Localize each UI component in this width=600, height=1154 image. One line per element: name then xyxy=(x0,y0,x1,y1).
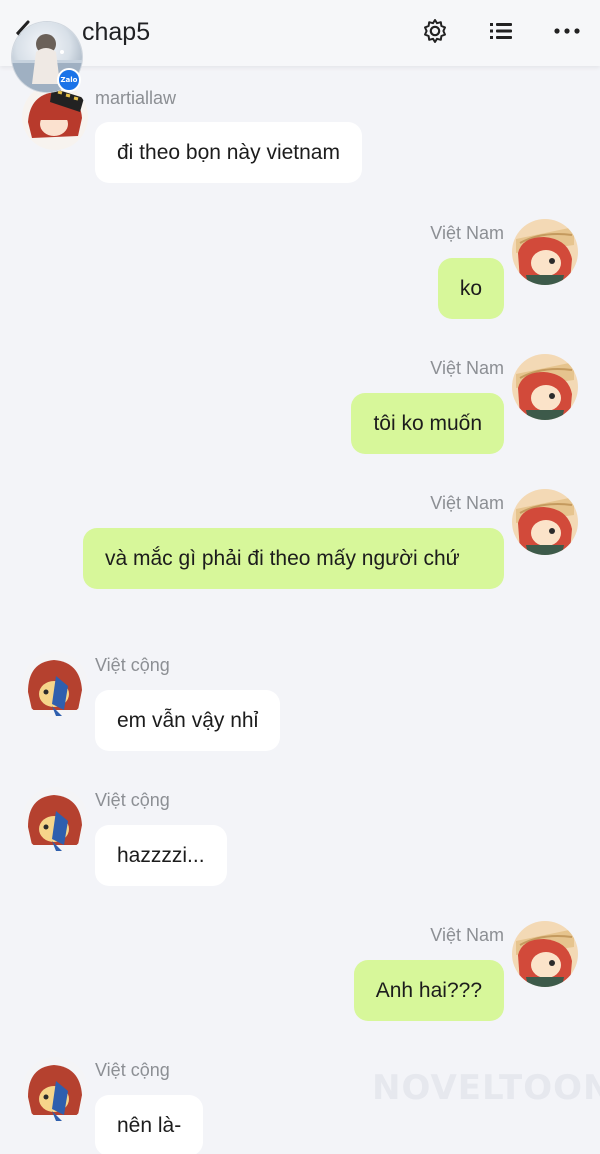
sender-name: Việt Nam xyxy=(430,493,504,513)
message-bubble-incoming[interactable]: hazzzzi... xyxy=(95,825,227,886)
sender-name: Việt Nam xyxy=(430,925,504,945)
more-dots-icon[interactable] xyxy=(552,16,582,46)
sender-name: Việt Nam xyxy=(430,358,504,378)
avatar-viet-nam[interactable] xyxy=(512,489,578,555)
avatar-viet-nam[interactable] xyxy=(512,354,578,420)
message-bubble-outgoing[interactable]: tôi ko muốn xyxy=(351,393,504,454)
avatar-viet-cong[interactable] xyxy=(22,787,88,853)
avatar-viet-nam[interactable] xyxy=(512,219,578,285)
message-bubble-outgoing[interactable]: Anh hai??? xyxy=(353,960,504,1021)
top-bar: chap5 xyxy=(0,0,600,66)
list-icon[interactable] xyxy=(486,16,516,46)
avatar-viet-nam[interactable] xyxy=(512,921,578,987)
sender-name: Việt cộng xyxy=(95,1060,170,1080)
message-bubble-outgoing[interactable]: và mắc gì phải đi theo mấy người chứ xyxy=(83,528,504,589)
message-bubble-incoming[interactable]: đi theo bọn này vietnam xyxy=(95,122,362,183)
watermark-logo: NOVELTOON xyxy=(372,1068,600,1108)
avatar-viet-cong[interactable] xyxy=(22,1057,88,1123)
sender-name: Việt cộng xyxy=(95,790,170,810)
message-bubble-outgoing[interactable]: ko xyxy=(437,258,504,319)
zalo-badge: Zalo xyxy=(57,68,81,92)
avatar-viet-cong[interactable] xyxy=(22,652,88,718)
gear-icon[interactable] xyxy=(420,16,450,46)
page-title: chap5 xyxy=(82,18,151,46)
message-bubble-incoming[interactable]: em vẫn vậy nhỉ xyxy=(95,690,281,751)
sender-name: Việt Nam xyxy=(430,223,504,243)
message-bubble-incoming[interactable]: nên là- xyxy=(95,1095,204,1154)
avatar-martiallaw[interactable] xyxy=(22,84,88,150)
sender-name: Việt cộng xyxy=(95,655,170,675)
sender-name: martiallaw xyxy=(95,88,177,108)
